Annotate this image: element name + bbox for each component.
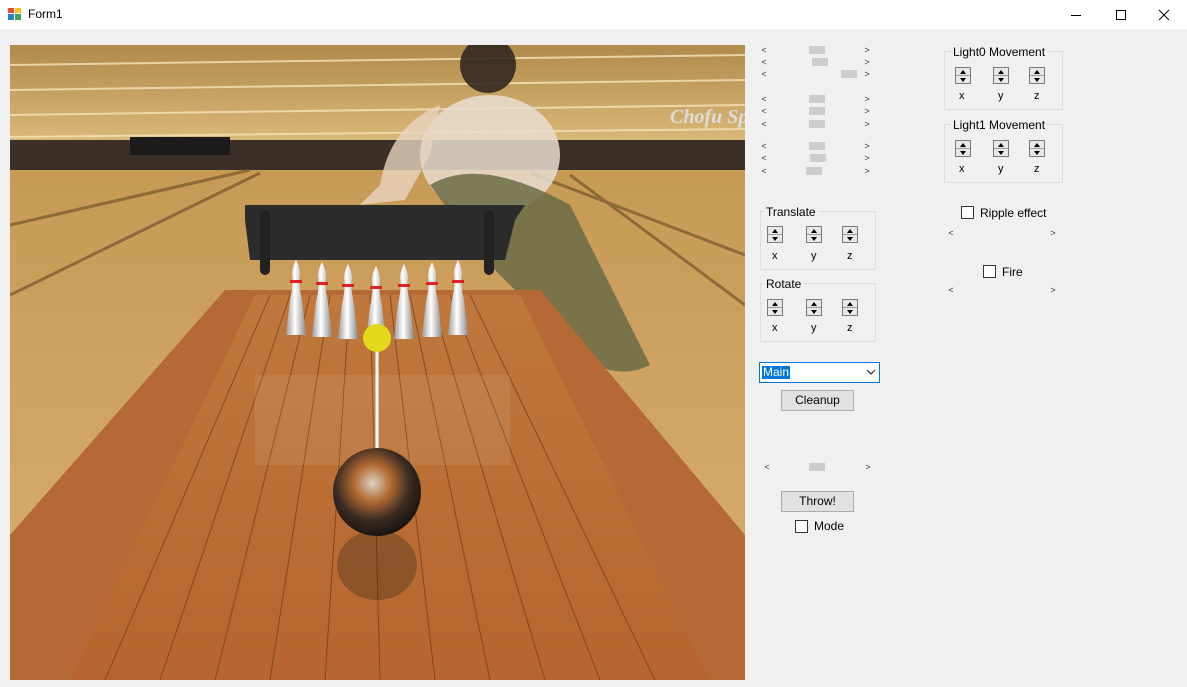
close-icon	[1158, 9, 1170, 20]
rotate-x-spinner[interactable]	[767, 299, 783, 316]
maximize-icon	[1116, 9, 1126, 20]
rotate-z-label: z	[847, 322, 853, 334]
translate-title: Translate	[764, 205, 818, 219]
light0-z-spinner[interactable]	[1029, 67, 1045, 84]
light1-y-spinner[interactable]	[993, 140, 1009, 157]
slider-8[interactable]: < >	[759, 153, 872, 163]
light1-title: Light1 Movement	[951, 118, 1048, 132]
bowling-scene: Chofu Sp	[10, 45, 745, 680]
fire-checkbox[interactable]	[983, 265, 996, 278]
rotate-y-spinner[interactable]	[806, 299, 822, 316]
rotate-title: Rotate	[764, 277, 804, 291]
slider-5[interactable]: < >	[759, 106, 872, 116]
title-bar: Form1	[0, 0, 1187, 29]
fire-slider[interactable]: < >	[946, 285, 1058, 295]
slider-9[interactable]: < >	[759, 166, 872, 176]
mode-checkbox[interactable]	[795, 520, 808, 533]
slider-4[interactable]: < >	[759, 94, 872, 104]
light0-x-spinner[interactable]	[955, 67, 971, 84]
translate-x-spinner[interactable]	[767, 226, 783, 243]
slider-3[interactable]: < >	[759, 69, 872, 79]
translate-z-label: z	[847, 250, 853, 262]
slider-1[interactable]: < >	[759, 45, 872, 55]
minimize-icon	[1071, 14, 1081, 16]
light0-x-label: x	[959, 90, 965, 102]
pinsetter	[245, 205, 525, 260]
bowling-scene-viewport[interactable]: Chofu Sp	[10, 45, 745, 680]
light1-z-label: z	[1034, 163, 1040, 175]
window-title: Form1	[28, 7, 63, 21]
banner-text: Chofu Sp	[670, 106, 745, 128]
cleanup-button[interactable]: Cleanup	[781, 390, 854, 411]
fire-label: Fire	[1002, 265, 1023, 279]
translate-y-spinner[interactable]	[806, 226, 822, 243]
light0-y-label: y	[998, 90, 1004, 102]
aim-target	[363, 324, 391, 352]
slider-2[interactable]: < >	[759, 57, 872, 67]
minimize-button[interactable]	[1053, 0, 1099, 29]
light0-y-spinner[interactable]	[993, 67, 1009, 84]
light1-x-label: x	[959, 163, 965, 175]
rotate-z-spinner[interactable]	[842, 299, 858, 316]
bowling-ball	[333, 448, 421, 536]
ripple-label: Ripple effect	[980, 206, 1047, 220]
throw-button[interactable]: Throw!	[781, 491, 854, 512]
ripple-checkbox[interactable]	[961, 206, 974, 219]
translate-y-label: y	[811, 250, 817, 262]
pinsetter-banner	[10, 140, 745, 170]
camera-select[interactable]: Main	[759, 362, 880, 383]
light1-y-label: y	[998, 163, 1004, 175]
light0-z-label: z	[1034, 90, 1040, 102]
light1-z-spinner[interactable]	[1029, 140, 1045, 157]
camera-select-value: Main	[762, 365, 791, 379]
rotate-x-label: x	[772, 322, 778, 334]
maximize-button[interactable]	[1098, 0, 1144, 29]
mode-label: Mode	[814, 519, 845, 533]
chevron-down-icon	[866, 369, 876, 375]
ball-reflection	[337, 530, 417, 600]
light0-title: Light0 Movement	[951, 45, 1048, 59]
ripple-slider[interactable]: < >	[946, 228, 1058, 238]
light1-x-spinner[interactable]	[955, 140, 971, 157]
slider-7[interactable]: < >	[759, 141, 872, 151]
form-app-icon	[8, 8, 21, 20]
translate-z-spinner[interactable]	[842, 226, 858, 243]
translate-x-label: x	[772, 250, 778, 262]
slider-6[interactable]: < >	[759, 119, 872, 129]
scoreboard	[130, 137, 230, 155]
rotate-y-label: y	[811, 322, 817, 334]
throw-power-slider[interactable]: < >	[762, 462, 873, 472]
close-button[interactable]	[1141, 0, 1187, 29]
